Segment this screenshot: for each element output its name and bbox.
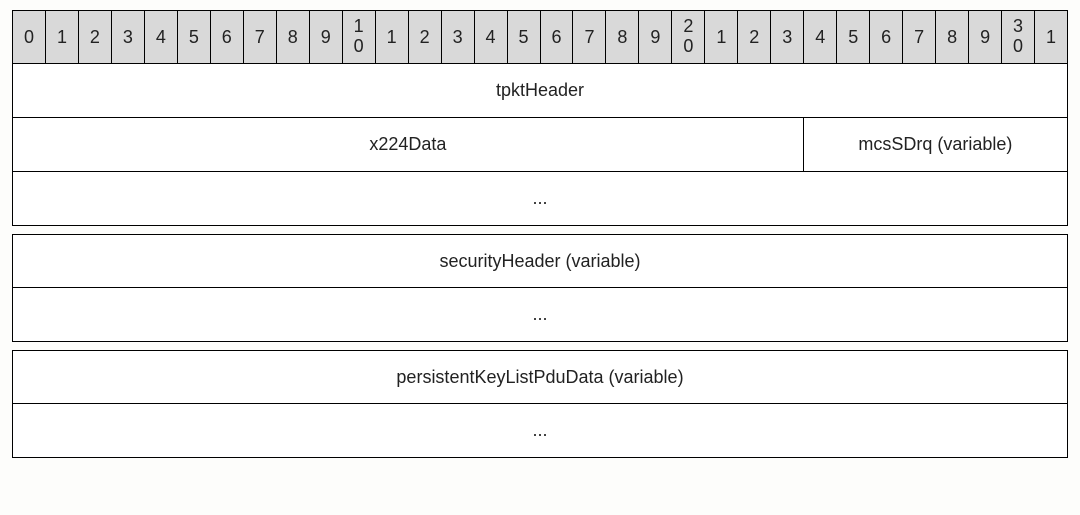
bit-22: 2: [737, 10, 770, 64]
bit-25: 5: [836, 10, 869, 64]
bit-17: 7: [572, 10, 605, 64]
field-cell: tpktHeader: [12, 64, 1068, 118]
field-cell: ...: [12, 288, 1068, 342]
bit-30: 30: [1001, 10, 1034, 64]
bit-3: 3: [111, 10, 144, 64]
bit-1: 1: [45, 10, 78, 64]
bit-11: 1: [375, 10, 408, 64]
field-row: x224DatamcsSDrq (variable): [12, 118, 1068, 172]
bit-8: 8: [276, 10, 309, 64]
bit-9: 9: [309, 10, 342, 64]
bit-26: 6: [869, 10, 902, 64]
bit-2: 2: [78, 10, 111, 64]
field-cell: ...: [12, 404, 1068, 458]
bit-29: 9: [968, 10, 1001, 64]
bit-23: 3: [770, 10, 803, 64]
bit-ruler: 01234567891012345678920123456789301: [12, 10, 1068, 64]
field-row: tpktHeader: [12, 64, 1068, 118]
field-row: persistentKeyListPduData (variable): [12, 350, 1068, 404]
bit-18: 8: [605, 10, 638, 64]
bit-10: 10: [342, 10, 375, 64]
bit-21: 1: [704, 10, 737, 64]
bit-24: 4: [803, 10, 836, 64]
bit-14: 4: [474, 10, 507, 64]
field-rows: tpktHeaderx224DatamcsSDrq (variable)...s…: [12, 64, 1068, 458]
field-cell-right: mcsSDrq (variable): [803, 118, 1068, 172]
field-row: ...: [12, 404, 1068, 458]
bit-12: 2: [408, 10, 441, 64]
field-row: ...: [12, 288, 1068, 342]
bit-15: 5: [507, 10, 540, 64]
bit-0: 0: [12, 10, 45, 64]
bit-16: 6: [540, 10, 573, 64]
bit-13: 3: [441, 10, 474, 64]
bit-19: 9: [638, 10, 671, 64]
bit-31: 1: [1034, 10, 1068, 64]
field-cell: securityHeader (variable): [12, 234, 1068, 288]
bit-7: 7: [243, 10, 276, 64]
field-cell: persistentKeyListPduData (variable): [12, 350, 1068, 404]
bit-5: 5: [177, 10, 210, 64]
row-gap: [12, 226, 1068, 234]
bit-20: 20: [671, 10, 704, 64]
bit-28: 8: [935, 10, 968, 64]
bit-27: 7: [902, 10, 935, 64]
field-row: ...: [12, 172, 1068, 226]
bit-4: 4: [144, 10, 177, 64]
field-cell: ...: [12, 172, 1068, 226]
bit-6: 6: [210, 10, 243, 64]
field-row: securityHeader (variable): [12, 234, 1068, 288]
row-gap: [12, 342, 1068, 350]
field-cell-left: x224Data: [12, 118, 803, 172]
